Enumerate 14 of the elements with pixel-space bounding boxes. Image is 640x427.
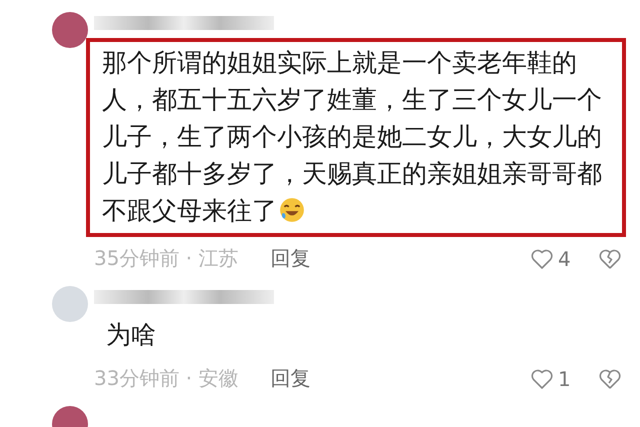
laughing-face-icon (279, 197, 305, 223)
broken-heart-icon[interactable] (598, 366, 622, 390)
comment-text: 那个所谓的姐姐实际上就是一个卖老年鞋的人，都五十五六岁了姓董，生了三个女儿一个儿子，生了两个小孩的是她二女儿，大女儿的儿子都十多岁了，天赐真正的亲姐姐亲哥哥都不跟父母来往了 (86, 38, 626, 237)
comment-time-location: 33分钟前 · 安徽 (94, 365, 239, 392)
comment-time-location: 35分钟前 · 江苏 (94, 245, 239, 272)
avatar-photo-placeholder[interactable] (52, 12, 88, 48)
like-count: 1 (558, 366, 572, 390)
comment-text: 为啥 (105, 319, 157, 351)
reply-button[interactable]: 回复 (270, 365, 311, 392)
broken-heart-icon[interactable] (598, 246, 622, 270)
heart-icon[interactable] (530, 366, 554, 390)
heart-icon[interactable] (530, 246, 554, 270)
reply-button[interactable]: 回复 (270, 245, 311, 272)
like-count: 4 (558, 246, 572, 270)
